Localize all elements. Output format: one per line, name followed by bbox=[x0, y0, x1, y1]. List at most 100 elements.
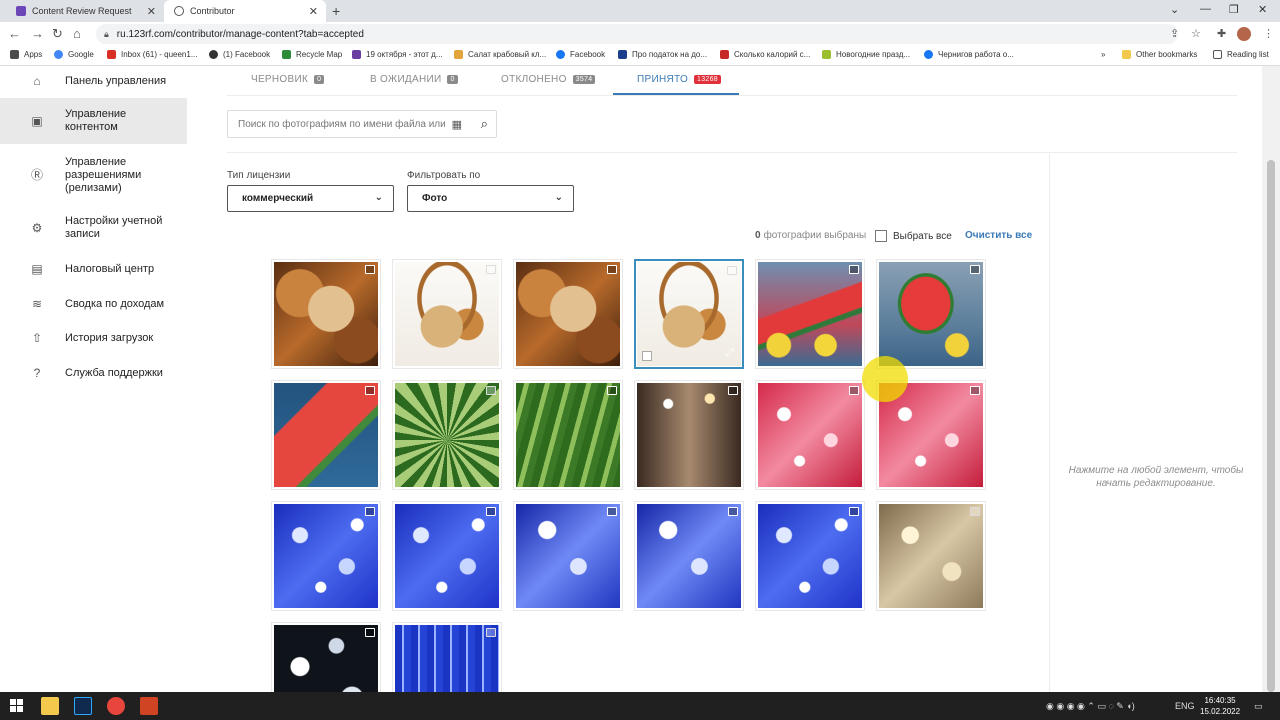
image-icon: ▣ bbox=[31, 113, 43, 128]
sidebar-item-upload-history[interactable]: ⇧ История загрузок bbox=[0, 325, 187, 351]
photo-thumbnail[interactable] bbox=[513, 380, 623, 490]
photo-type-icon bbox=[970, 507, 980, 516]
share-icon[interactable]: ⇪ bbox=[1170, 27, 1179, 40]
tab-pending[interactable]: В ОЖИДАНИИ 0 bbox=[370, 74, 458, 85]
count-badge: 3574 bbox=[572, 75, 596, 84]
photoshop-icon[interactable] bbox=[74, 697, 92, 715]
facebook-icon bbox=[924, 50, 933, 59]
photo-thumbnail[interactable] bbox=[271, 380, 381, 490]
bookmark-item[interactable]: Чернигов работа о... bbox=[924, 50, 1014, 59]
google-icon bbox=[54, 50, 63, 59]
avatar[interactable] bbox=[1237, 27, 1251, 41]
tray-icons[interactable]: ◉ ◉ ◉ ◉ ⌃ ▭ ◌ ✎ ◖) bbox=[1046, 701, 1135, 712]
photo-type-icon bbox=[607, 386, 617, 395]
windows-start-icon[interactable] bbox=[10, 699, 23, 712]
expand-icon[interactable]: ⤢ bbox=[725, 347, 734, 360]
checkbox[interactable] bbox=[875, 230, 887, 242]
photo-thumbnail[interactable] bbox=[755, 259, 865, 369]
reading-list[interactable]: Reading list bbox=[1213, 50, 1269, 59]
tab-rejected[interactable]: ОТКЛОНЕНО 3574 bbox=[501, 74, 596, 85]
minimize-icon[interactable]: — bbox=[1200, 3, 1211, 15]
bookmark-icon bbox=[618, 50, 627, 59]
bookmark-item[interactable]: Новогодние празд... bbox=[822, 50, 910, 59]
bookmark-item[interactable]: Салат крабовый кл... bbox=[454, 50, 546, 59]
bookmark-item[interactable]: Про податок на до... bbox=[618, 50, 707, 59]
browser-tab-content-review[interactable]: Content Review Request ✕ bbox=[6, 0, 164, 22]
sidebar-item-releases[interactable]: Ⓡ Управление разрешениями (релизами) bbox=[0, 152, 187, 198]
photo-thumbnail[interactable] bbox=[876, 259, 986, 369]
photo-thumbnail[interactable] bbox=[271, 259, 381, 369]
close-icon[interactable]: ✕ bbox=[147, 5, 156, 18]
bookmark-item[interactable]: Apps bbox=[10, 50, 42, 59]
chrome-icon[interactable] bbox=[107, 697, 125, 715]
photo-type-icon bbox=[728, 507, 738, 516]
photo-image bbox=[879, 262, 983, 366]
bookmark-item[interactable]: (1) Facebook bbox=[209, 50, 270, 59]
restore-icon[interactable]: ❐ bbox=[1229, 3, 1239, 16]
close-window-icon[interactable]: ✕ bbox=[1258, 3, 1267, 16]
bookmark-item[interactable]: Facebook bbox=[556, 50, 605, 59]
scrollbar-thumb[interactable] bbox=[1267, 160, 1275, 692]
license-select[interactable]: коммерческий ⌄ bbox=[227, 185, 394, 212]
extensions-icon[interactable]: ✚ bbox=[1217, 27, 1226, 40]
file-explorer-icon[interactable] bbox=[41, 697, 59, 715]
more-bookmarks-icon[interactable]: » bbox=[1101, 50, 1105, 59]
bookmark-item[interactable]: Recycle Map bbox=[282, 50, 342, 59]
photo-thumbnail[interactable] bbox=[755, 380, 865, 490]
bookmark-item[interactable]: Inbox (61) - queen1... bbox=[107, 50, 198, 59]
filter-select[interactable]: Фото ⌄ bbox=[407, 185, 574, 212]
other-bookmarks[interactable]: Other bookmarks bbox=[1122, 50, 1197, 59]
scrollbar[interactable] bbox=[1262, 66, 1280, 692]
url-bar[interactable]: 🔒︎ ru.123rf.com/contributor/manage-conte… bbox=[96, 24, 1178, 44]
notifications-icon[interactable]: ▭ bbox=[1254, 701, 1263, 712]
bookmark-item[interactable]: 19 октября - этот д... bbox=[352, 50, 443, 59]
tab-draft[interactable]: ЧЕРНОВИК 0 bbox=[251, 74, 325, 85]
search-input[interactable]: Поиск по фотографиям по имени файла или … bbox=[227, 110, 497, 138]
reload-icon[interactable]: ↻ bbox=[52, 26, 63, 42]
sidebar-item-dashboard[interactable]: ⌂ Панель управления bbox=[0, 66, 187, 96]
star-icon[interactable]: ☆ bbox=[1191, 27, 1201, 40]
facebook-icon bbox=[556, 50, 565, 59]
menu-icon[interactable]: ⋮ bbox=[1263, 27, 1274, 40]
tab-accepted[interactable]: ПРИНЯТО 13268 bbox=[637, 74, 721, 85]
photo-thumbnail[interactable]: ⤢ bbox=[634, 259, 744, 369]
clear-all-link[interactable]: Очистить все bbox=[965, 230, 1032, 241]
bookmark-item[interactable]: Google bbox=[54, 50, 94, 59]
select-checkbox[interactable] bbox=[642, 351, 652, 361]
clock[interactable]: 16:40:35 15.02.2022 bbox=[1200, 695, 1240, 717]
back-icon[interactable]: ← bbox=[8, 26, 21, 41]
photo-type-icon bbox=[970, 265, 980, 274]
calendar-icon[interactable]: ▦ bbox=[452, 118, 462, 131]
photo-thumbnail[interactable] bbox=[755, 501, 865, 611]
sidebar-item-content[interactable]: ▣ Управление контентом bbox=[0, 98, 187, 144]
search-icon[interactable]: ⌕ bbox=[481, 116, 488, 132]
photo-thumbnail[interactable] bbox=[392, 380, 502, 490]
photo-thumbnail[interactable] bbox=[634, 501, 744, 611]
search-placeholder: Поиск по фотографиям по имени файла или bbox=[238, 118, 446, 130]
photo-thumbnail[interactable] bbox=[513, 259, 623, 369]
language-indicator[interactable]: ENG bbox=[1175, 701, 1195, 711]
photo-thumbnail[interactable] bbox=[271, 501, 381, 611]
chevron-down-icon[interactable]: ⌄ bbox=[1170, 3, 1179, 16]
photo-type-icon bbox=[486, 628, 496, 637]
photo-thumbnail[interactable] bbox=[634, 380, 744, 490]
close-icon[interactable]: ✕ bbox=[309, 5, 318, 18]
browser-tab-contributor[interactable]: Contributor ✕ bbox=[164, 0, 326, 22]
photo-image bbox=[758, 262, 862, 366]
photo-thumbnail[interactable] bbox=[392, 259, 502, 369]
sidebar-item-account-settings[interactable]: ⚙ Настройки учетной записи bbox=[0, 211, 187, 245]
photo-thumbnail[interactable] bbox=[392, 501, 502, 611]
app-icon[interactable] bbox=[140, 697, 158, 715]
photo-thumbnail[interactable] bbox=[513, 501, 623, 611]
bookmark-item[interactable]: Сколько калорий с... bbox=[720, 50, 810, 59]
forward-icon[interactable]: → bbox=[31, 26, 44, 41]
photo-thumbnail[interactable] bbox=[876, 501, 986, 611]
photo-image bbox=[637, 504, 741, 608]
select-all-checkbox[interactable]: Выбрать все bbox=[875, 230, 952, 242]
new-tab-button[interactable]: + bbox=[332, 3, 340, 19]
home-icon[interactable]: ⌂ bbox=[73, 26, 81, 41]
sidebar-item-earnings[interactable]: ≋ Сводка по доходам bbox=[0, 291, 187, 317]
home-icon: ⌂ bbox=[33, 73, 41, 88]
sidebar-item-tax-center[interactable]: ▤ Налоговый центр bbox=[0, 256, 187, 282]
sidebar-item-support[interactable]: ? Служба поддержки bbox=[0, 360, 187, 386]
